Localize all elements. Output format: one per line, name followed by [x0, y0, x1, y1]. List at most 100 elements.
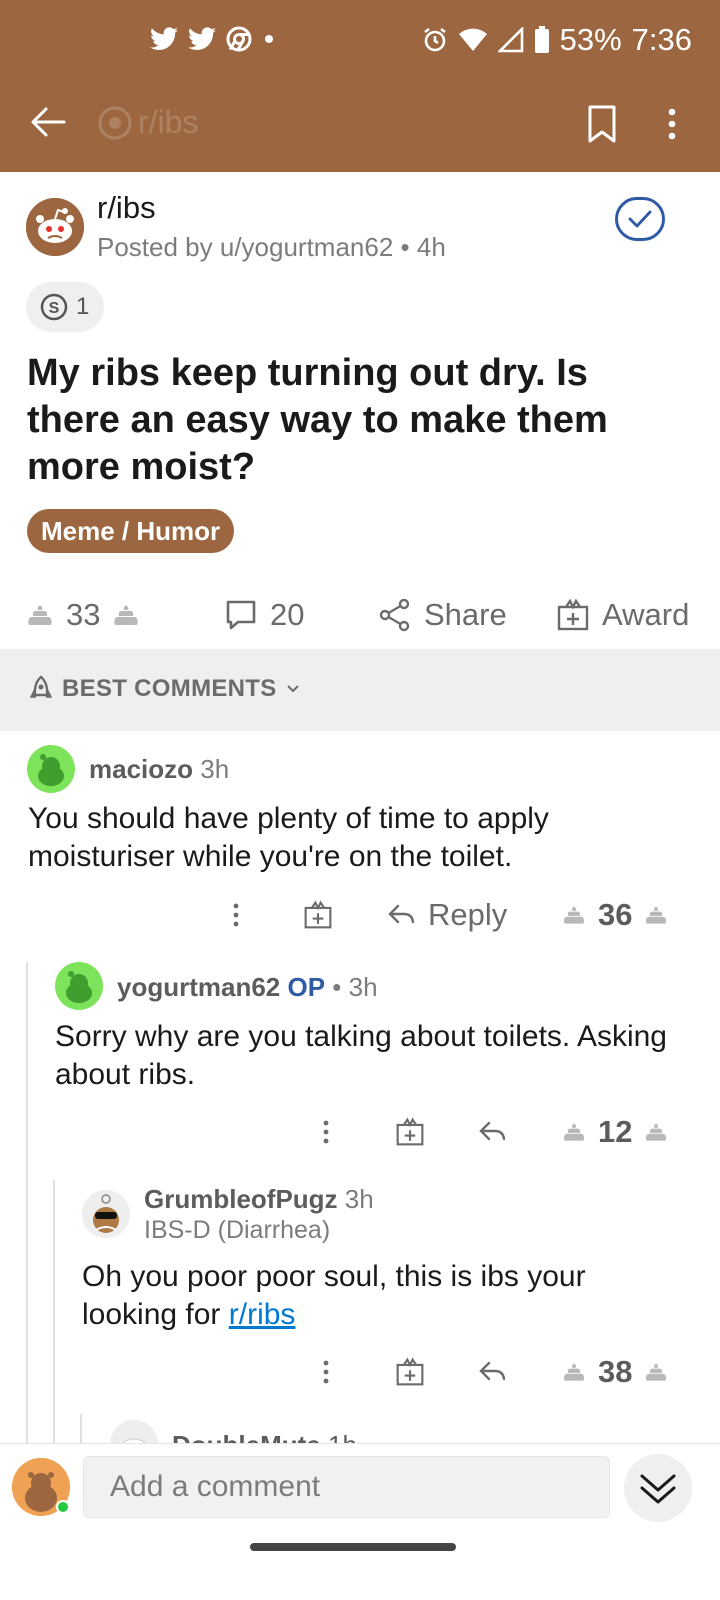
posted-by-prefix: Posted by	[97, 232, 220, 262]
upvote-icon[interactable]	[26, 604, 54, 626]
post-score: 33	[66, 597, 101, 632]
comment-avatar[interactable]	[27, 745, 75, 793]
comment-age: 3h	[348, 972, 378, 1002]
subreddit-avatar[interactable]	[26, 198, 84, 256]
comment-actions: 38	[0, 1350, 720, 1394]
subreddit-link[interactable]: r/ribs	[229, 1298, 296, 1331]
comment-reply-button[interactable]	[477, 1110, 507, 1154]
comment-avatar[interactable]	[82, 1190, 130, 1238]
comment-body-text: Oh you poor poor soul, this is ibs your …	[82, 1260, 586, 1331]
comment-award-button[interactable]	[303, 893, 333, 937]
comment-bubble-icon	[226, 600, 256, 630]
share-label: Share	[424, 597, 507, 632]
dot-icon	[265, 35, 273, 43]
upvote-icon[interactable]	[562, 1362, 586, 1382]
appbar-subreddit-title: r/ibs	[98, 104, 198, 141]
gesture-home-indicator[interactable]	[250, 1543, 456, 1551]
gift-icon	[396, 1117, 424, 1146]
post-award-chip[interactable]: S 1	[26, 282, 104, 332]
chevron-down-icon	[286, 685, 299, 693]
comment-age: 3h	[344, 1184, 374, 1214]
comments-button[interactable]: 20	[224, 590, 304, 640]
bookmark-icon[interactable]	[586, 104, 618, 144]
comment-more-button[interactable]	[318, 1110, 334, 1154]
award-count: 1	[76, 293, 90, 320]
downvote-icon[interactable]	[644, 1362, 668, 1382]
comment-avatar[interactable]	[55, 962, 103, 1010]
comment-username[interactable]: GrumbleofPugz	[144, 1184, 338, 1214]
award-button[interactable]: Award	[556, 590, 689, 640]
downvote-icon[interactable]	[644, 905, 668, 925]
op-badge: OP	[287, 972, 326, 1002]
comment-body: Oh you poor poor soul, this is ibs your …	[82, 1258, 682, 1334]
comment-more-button[interactable]	[228, 893, 244, 937]
post-author[interactable]: u/yogurtman62	[220, 232, 393, 262]
post-title: My ribs keep turning out dry. Is there a…	[27, 352, 608, 488]
online-status-dot	[56, 1500, 70, 1514]
post-actions: 33 20 Share Award	[0, 590, 720, 640]
more-vertical-icon	[233, 903, 239, 927]
collapse-threads-button[interactable]	[624, 1454, 692, 1522]
comment-more-button[interactable]	[318, 1350, 334, 1394]
reply-arrow-icon	[388, 904, 415, 924]
wifi-icon	[458, 28, 487, 51]
reply-arrow-icon	[479, 1121, 506, 1141]
user-flair: IBS-D (Diarrhea)	[144, 1216, 331, 1244]
comment-reply-button[interactable]: Reply	[386, 893, 507, 937]
post-flair[interactable]: Meme / Humor	[27, 509, 235, 553]
chrome-icon	[226, 26, 252, 52]
battery-icon	[534, 26, 549, 53]
checkmark-icon	[628, 210, 652, 228]
comment-username[interactable]: yogurtman62	[117, 972, 280, 1002]
joined-button[interactable]	[615, 197, 665, 241]
downvote-icon[interactable]	[112, 604, 140, 626]
comment-username[interactable]: maciozo	[89, 754, 193, 784]
appbar-title-text: r/ibs	[138, 104, 199, 140]
post-age: 4h	[416, 232, 446, 262]
meta-separator: •	[393, 232, 417, 262]
share-icon	[379, 598, 410, 632]
comment-score: 12	[598, 1114, 633, 1149]
comment-actions: 12	[0, 1110, 720, 1154]
rocket-icon	[29, 675, 53, 698]
comment-award-button[interactable]	[395, 1350, 425, 1394]
comment-header: yogurtman62 OP • 3h	[117, 972, 378, 1003]
post-meta: Posted by u/yogurtman62 • 4h	[97, 232, 446, 263]
gift-icon	[304, 900, 332, 929]
post-subreddit-name[interactable]: r/ibs	[97, 190, 156, 226]
subreddit-icon	[98, 106, 132, 139]
double-chevron-down-icon	[640, 1474, 676, 1504]
thread-line[interactable]	[53, 1180, 55, 1443]
downvote-icon[interactable]	[644, 1122, 668, 1142]
comment-award-button[interactable]	[395, 1110, 425, 1154]
sort-label: BEST COMMENTS	[62, 675, 277, 702]
share-button[interactable]: Share	[378, 590, 507, 640]
status-right: 53% 7:36	[422, 22, 692, 58]
comment-vote: 36	[562, 893, 668, 937]
add-comment-input[interactable]: Add a comment	[83, 1456, 610, 1518]
twitter-icon	[188, 27, 216, 50]
clock: 7:36	[631, 22, 692, 57]
upvote-icon[interactable]	[562, 1122, 586, 1142]
upvote-icon[interactable]	[562, 905, 586, 925]
app-header: 53% 7:36 r/ibs	[0, 0, 720, 172]
comment-reply-button[interactable]	[477, 1350, 507, 1394]
more-vertical-icon	[323, 1120, 329, 1144]
post-vote: 33	[26, 590, 140, 640]
comment-count: 20	[270, 597, 305, 632]
meta-separator: •	[325, 972, 349, 1002]
comment-header: maciozo 3h	[89, 754, 229, 785]
comment-composer-bar: Add a comment	[0, 1443, 720, 1600]
comment-age: 3h	[200, 754, 230, 784]
comment-score: 36	[598, 897, 633, 932]
back-arrow-icon[interactable]	[28, 102, 68, 142]
comment-body: You should have plenty of time to apply …	[28, 802, 549, 873]
comment-header: GrumbleofPugz 3h	[144, 1184, 374, 1215]
award-label: Award	[602, 597, 690, 632]
gift-icon	[557, 598, 589, 631]
thread-line[interactable]	[80, 1414, 82, 1443]
more-vertical-icon[interactable]	[660, 104, 684, 144]
award-coin-icon: S	[40, 293, 68, 321]
comment-sort-bar[interactable]: BEST COMMENTS	[0, 649, 720, 731]
twitter-icon	[150, 27, 178, 50]
